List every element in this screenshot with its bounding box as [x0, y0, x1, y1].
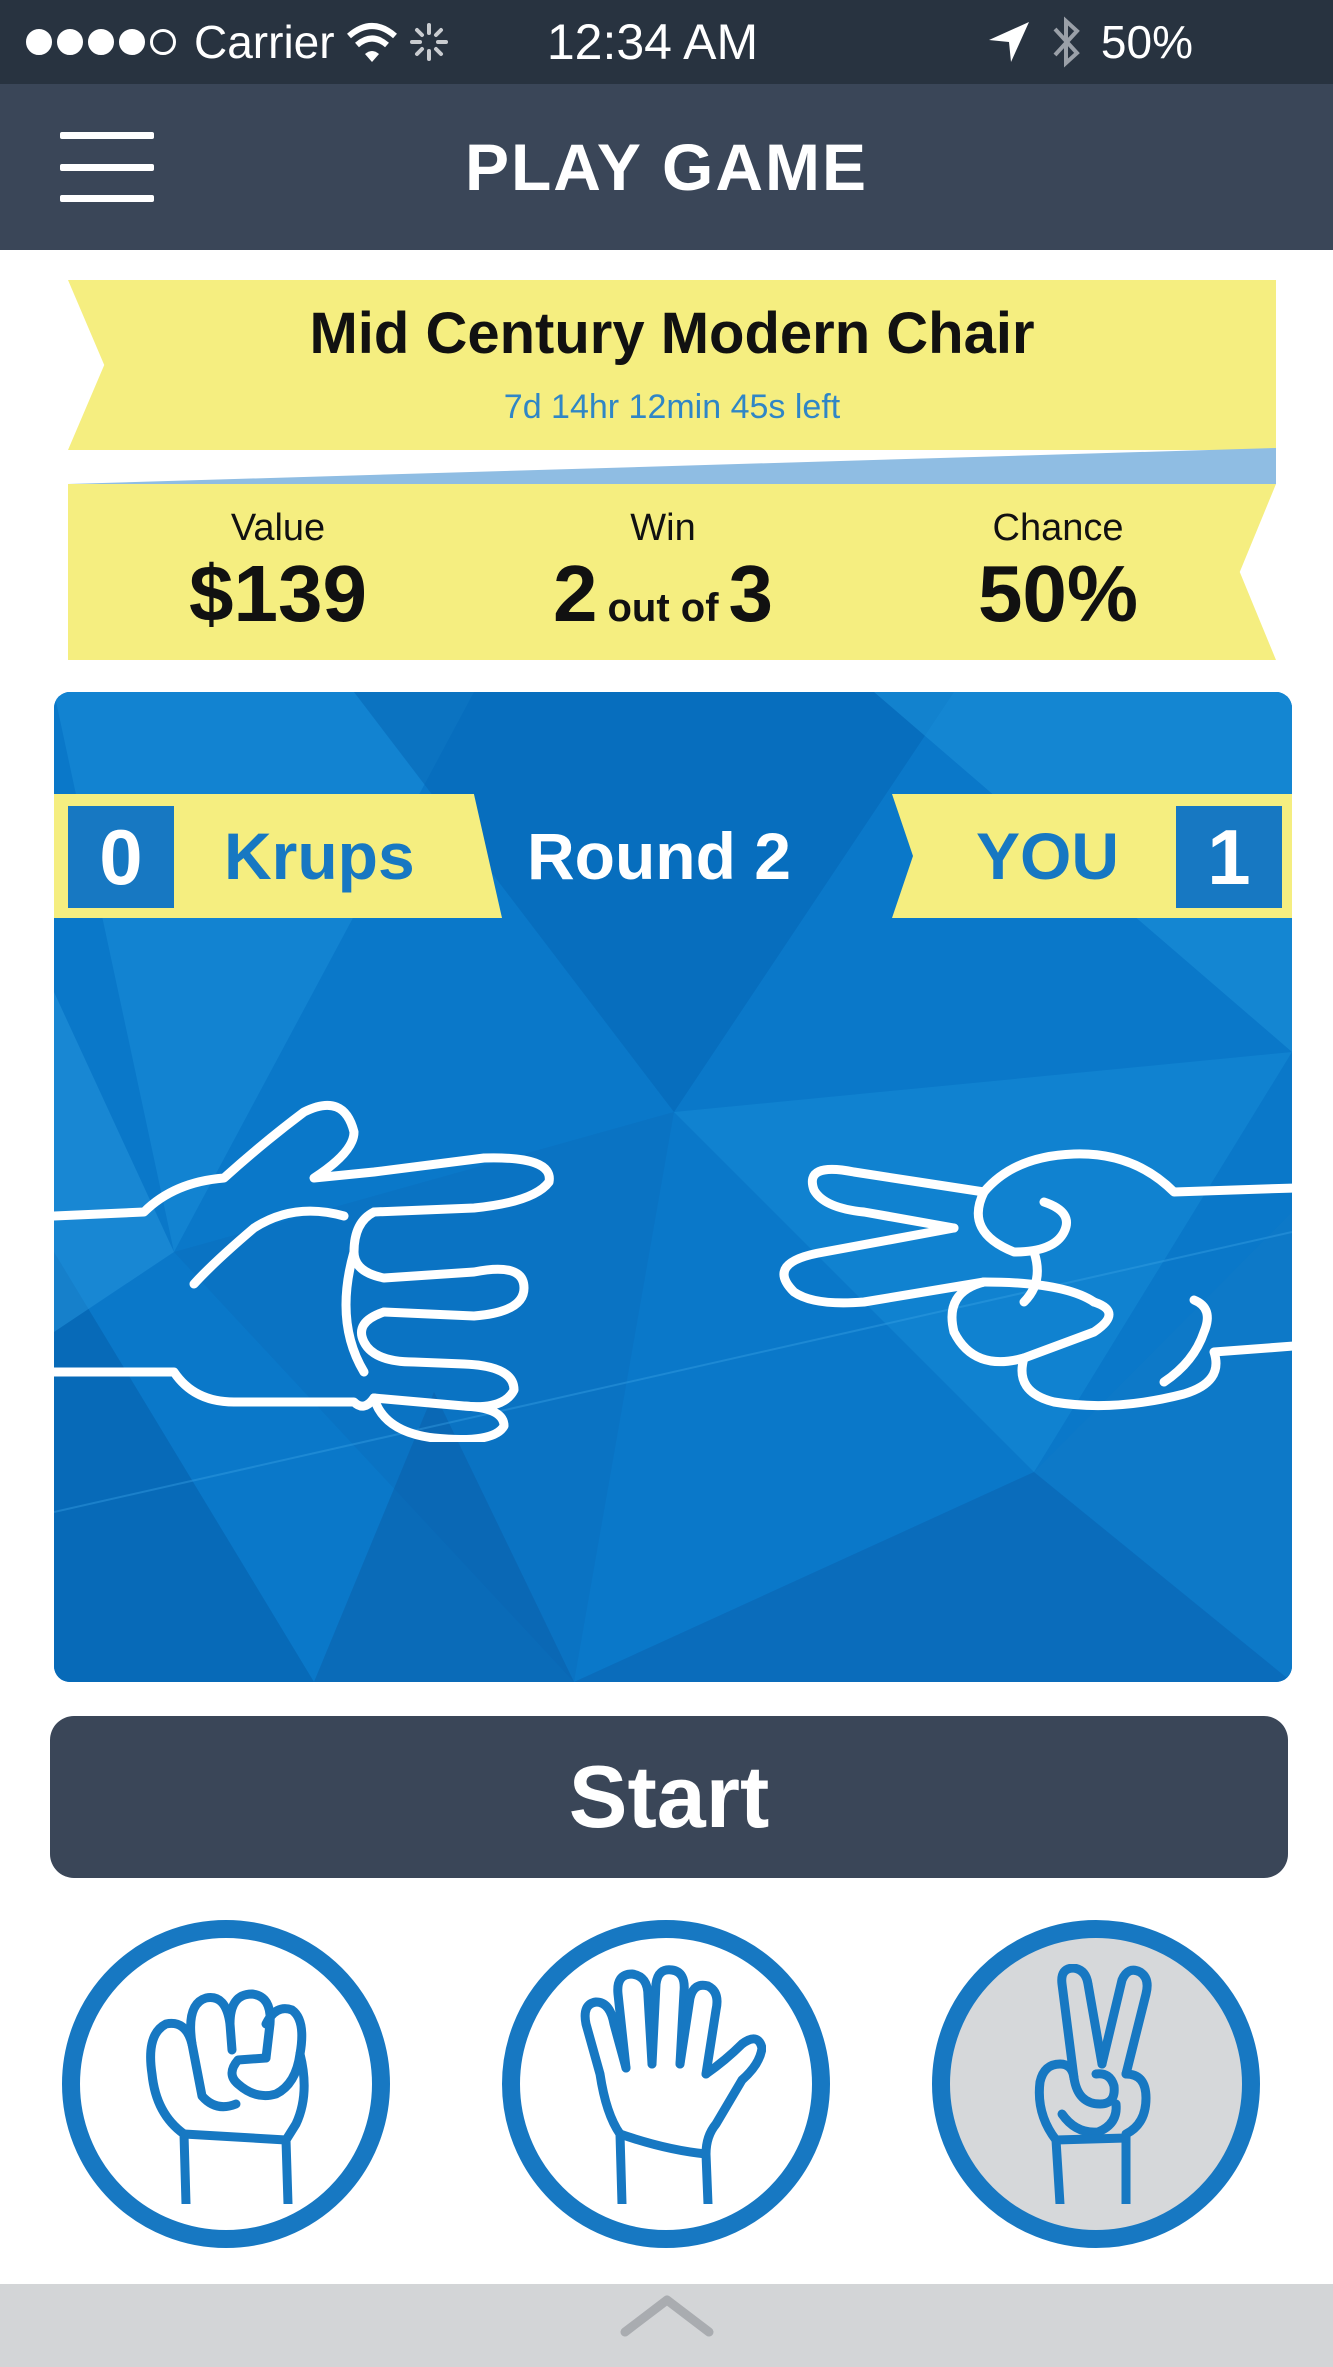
rock-choice-button[interactable] [62, 1920, 390, 2248]
chance-label: Chance [992, 506, 1124, 549]
scissors-choice-button[interactable] [932, 1920, 1260, 2248]
chevron-up-icon [620, 2295, 713, 2337]
product-header: Mid Century Modern Chair 7d 14hr 12min 4… [68, 280, 1276, 660]
player-scissors-hand-icon [779, 1149, 1292, 1411]
value-amount: $139 [189, 548, 367, 638]
stats-banner: Value $139 Win 2 out of 3 Chance 50% [68, 484, 1276, 660]
product-banner: Mid Century Modern Chair 7d 14hr 12min 4… [68, 280, 1276, 450]
opponent-score: 0 [68, 806, 174, 908]
banner-fold [68, 448, 1276, 484]
win-stat: Win 2 out of 3 [458, 484, 868, 660]
chance-value: 50% [977, 548, 1139, 638]
player-name: YOU [976, 819, 1120, 893]
win-label: Win [630, 506, 696, 549]
value-stat: Value $139 [128, 484, 428, 660]
status-right: 50% [987, 0, 1193, 84]
start-button[interactable]: Start [50, 1716, 1288, 1878]
status-time: 12:34 AM [546, 14, 759, 70]
opponent-score-banner: 0 Krups [54, 794, 502, 918]
value-label: Value [230, 506, 326, 549]
bottom-drawer-handle[interactable] [0, 2284, 1333, 2367]
game-area: 0 Krups Round 2 YOU 1 [54, 692, 1292, 1682]
page-title: PLAY GAME [464, 130, 869, 204]
scissors-hand-icon [1034, 1964, 1152, 2204]
win-value: 2 out of 3 [552, 548, 774, 638]
product-title: Mid Century Modern Chair [309, 301, 1035, 366]
win-total: 3 [728, 548, 774, 638]
win-needed: 2 [552, 548, 598, 638]
time-left: 7d 14hr 12min 45s left [503, 388, 841, 426]
opponent-name: Krups [224, 819, 415, 893]
opponent-paper-hand-icon [54, 1100, 554, 1442]
paper-hand-icon [580, 1965, 766, 2204]
player-score: 1 [1176, 806, 1282, 908]
win-connector: out of [607, 585, 719, 630]
location-arrow-icon [988, 22, 1029, 62]
player-score-banner: YOU 1 [892, 794, 1292, 918]
paper-choice-button[interactable] [502, 1920, 830, 2248]
bluetooth-icon [1053, 16, 1080, 68]
battery-percent: 50% [1100, 16, 1193, 68]
chance-stat: Chance 50% [908, 484, 1208, 660]
status-bar: Carrier 12:34 AM 50% [0, 0, 1333, 84]
round-label: Round 2 [527, 819, 791, 893]
nav-bar: PLAY GAME [0, 84, 1333, 250]
rock-hand-icon [146, 1989, 309, 2204]
